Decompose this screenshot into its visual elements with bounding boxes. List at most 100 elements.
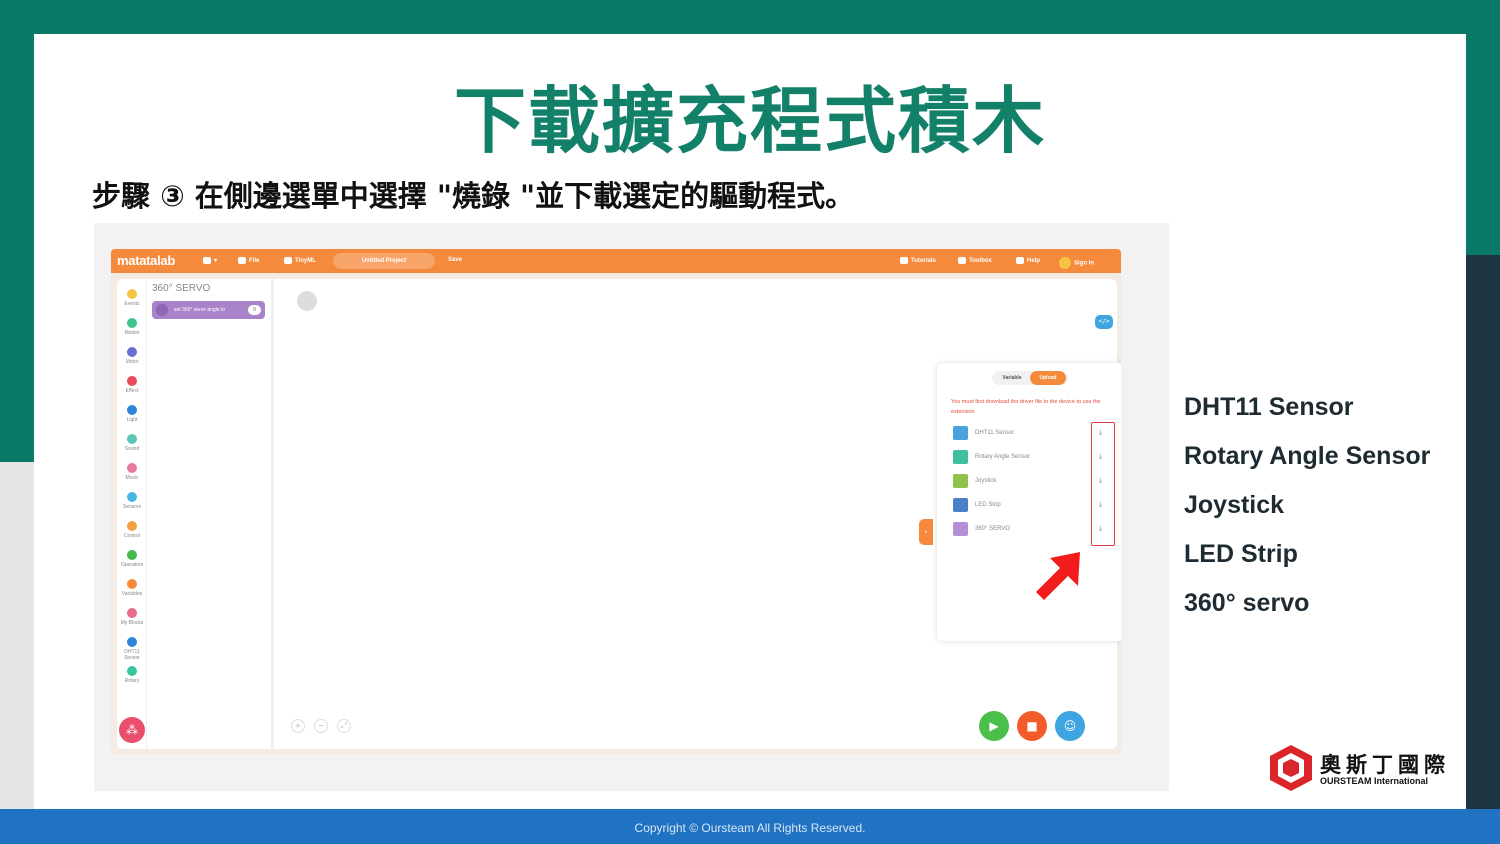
category-item[interactable]: Effect bbox=[117, 376, 147, 394]
sensor-name: DHT11 Sensor bbox=[1184, 393, 1354, 421]
category-item[interactable]: Control bbox=[117, 521, 147, 539]
zoom-out-button[interactable]: − bbox=[314, 719, 328, 733]
category-sidebar: Events Motion Motor Effect Light Sound Music Se… bbox=[117, 279, 147, 749]
category-icon bbox=[127, 434, 137, 444]
servo-angle-block[interactable]: set 360° servo angle to 0 bbox=[152, 301, 265, 319]
category-icon bbox=[127, 405, 137, 415]
category-icon bbox=[127, 637, 137, 647]
save-button[interactable]: Save bbox=[448, 257, 462, 263]
category-icon bbox=[127, 492, 137, 502]
sensor-name: LED Strip bbox=[1184, 540, 1298, 568]
category-item[interactable]: DHT11 Sensor bbox=[117, 637, 147, 661]
app-logo: matatalab bbox=[117, 253, 175, 268]
category-icon bbox=[127, 608, 137, 618]
category-icon bbox=[127, 318, 137, 328]
category-icon bbox=[127, 579, 137, 589]
category-label: Motion bbox=[124, 330, 140, 336]
sensor-name: Rotary Angle Sensor bbox=[1184, 442, 1431, 470]
device-icon bbox=[297, 291, 317, 311]
driver-item: 360° SERVO ⤓ bbox=[953, 521, 1103, 537]
driver-label: LED Strip bbox=[975, 502, 1001, 508]
category-label: Operators bbox=[120, 562, 144, 568]
category-item[interactable]: Music bbox=[117, 463, 147, 481]
robot-button[interactable]: ☺ bbox=[1055, 711, 1085, 741]
driver-label: 360° SERVO bbox=[975, 526, 1010, 532]
driver-item: DHT11 Sensor ⤓ bbox=[953, 425, 1103, 441]
brand-chinese-name: 奧斯丁國際 bbox=[1320, 753, 1450, 777]
driver-item: Rotary Angle Sensor ⤓ bbox=[953, 449, 1103, 465]
category-label: Light bbox=[126, 417, 138, 423]
category-label: My Blocks bbox=[120, 620, 144, 626]
driver-icon bbox=[953, 474, 968, 488]
zoom-in-button[interactable]: + bbox=[291, 719, 305, 733]
category-item[interactable]: Sound bbox=[117, 434, 147, 452]
driver-item: Joystick ⤓ bbox=[953, 473, 1103, 489]
angle-value-input[interactable]: 0 bbox=[248, 305, 261, 315]
slide-title: 下載擴充程式積木 bbox=[453, 79, 1046, 163]
category-item[interactable]: Light bbox=[117, 405, 147, 423]
sensor-list: DHT11 Sensor Rotary Angle Sensor Joystick L… bbox=[1184, 389, 1430, 634]
tab-upload[interactable]: Upload bbox=[1030, 371, 1066, 385]
category-icon bbox=[127, 521, 137, 531]
driver-icon bbox=[953, 498, 968, 512]
file-menu[interactable]: File bbox=[238, 257, 259, 264]
category-item[interactable]: Variables bbox=[117, 579, 147, 597]
block-palette: 360° SERVO set 360° servo angle to 0 bbox=[148, 279, 274, 749]
category-item[interactable]: Motor bbox=[117, 347, 147, 365]
toolbox-icon bbox=[958, 257, 966, 264]
project-name-input[interactable]: Untitled Project bbox=[333, 253, 435, 269]
category-label: Rotary bbox=[124, 678, 140, 684]
category-icon bbox=[127, 463, 137, 473]
upload-panel: Variable Upload You must first download … bbox=[937, 363, 1121, 641]
tab-variable[interactable]: Variable bbox=[994, 371, 1030, 385]
folder-icon bbox=[238, 257, 246, 264]
category-item[interactable]: Operators bbox=[117, 550, 147, 568]
help-icon bbox=[1016, 257, 1024, 264]
panel-collapse-button[interactable]: › bbox=[919, 519, 933, 545]
oursteam-cube-icon bbox=[1270, 745, 1312, 791]
sensor-name: Joystick bbox=[1184, 491, 1285, 519]
palette-title: 360° SERVO bbox=[152, 283, 211, 294]
category-item[interactable]: Sensors bbox=[117, 492, 147, 510]
brand-logo: 奧斯丁國際 OURSTEAM International bbox=[1268, 743, 1445, 797]
code-view-button[interactable]: </> bbox=[1095, 315, 1113, 329]
driver-icon bbox=[953, 450, 968, 464]
category-item[interactable]: My Blocks bbox=[117, 608, 147, 626]
run-button[interactable]: ▶ bbox=[979, 711, 1009, 741]
category-label: Variables bbox=[121, 591, 143, 597]
download-highlight-box bbox=[1091, 422, 1115, 546]
category-item[interactable]: Motion bbox=[117, 318, 147, 336]
panel-tabs: Variable Upload bbox=[992, 371, 1068, 385]
frame-right-lower-band bbox=[1466, 255, 1500, 815]
servo-icon bbox=[156, 304, 168, 316]
category-label: Music bbox=[125, 475, 139, 481]
toolbox-button[interactable]: Toolbox bbox=[958, 257, 992, 264]
tutorials-button[interactable]: Tutorials bbox=[900, 257, 936, 264]
driver-label: Joystick bbox=[975, 478, 997, 484]
tinyml-menu[interactable]: TinyML bbox=[284, 257, 316, 264]
category-item[interactable]: Rotary bbox=[117, 666, 147, 684]
app-topbar: matatalab ▾ File TinyML Untitled Project… bbox=[111, 249, 1121, 273]
help-button[interactable]: Help bbox=[1016, 257, 1040, 264]
tutorial-icon bbox=[900, 257, 908, 264]
sensor-name: 360° servo bbox=[1184, 589, 1310, 617]
category-label: Sound bbox=[124, 446, 140, 452]
extensions-button[interactable]: ⁂ bbox=[119, 717, 145, 743]
category-label: DHT11 Sensor bbox=[124, 649, 140, 661]
category-label: Events bbox=[124, 301, 140, 307]
signin-button[interactable]: Sign in bbox=[1059, 257, 1094, 269]
category-icon bbox=[127, 347, 137, 357]
red-arrow-icon bbox=[1036, 552, 1080, 600]
driver-label: Rotary Angle Sensor bbox=[975, 454, 1031, 460]
zoom-reset-button[interactable]: ⤢ bbox=[337, 719, 351, 733]
category-item[interactable]: Events bbox=[117, 289, 147, 307]
stop-button[interactable]: ■ bbox=[1017, 711, 1047, 741]
category-icon bbox=[127, 550, 137, 560]
blocks-menu[interactable]: ▾ bbox=[203, 257, 217, 264]
driver-note: You must first download the driver file … bbox=[951, 399, 1101, 415]
step-instruction: 步驟 ③ 在側邊選單中選擇 "燒錄 "並下載選定的驅動程式。 bbox=[92, 179, 855, 213]
driver-icon bbox=[953, 426, 968, 440]
app-window: matatalab ▾ File TinyML Untitled Project… bbox=[111, 249, 1121, 754]
ml-icon bbox=[284, 257, 292, 264]
category-label: Control bbox=[123, 533, 141, 539]
